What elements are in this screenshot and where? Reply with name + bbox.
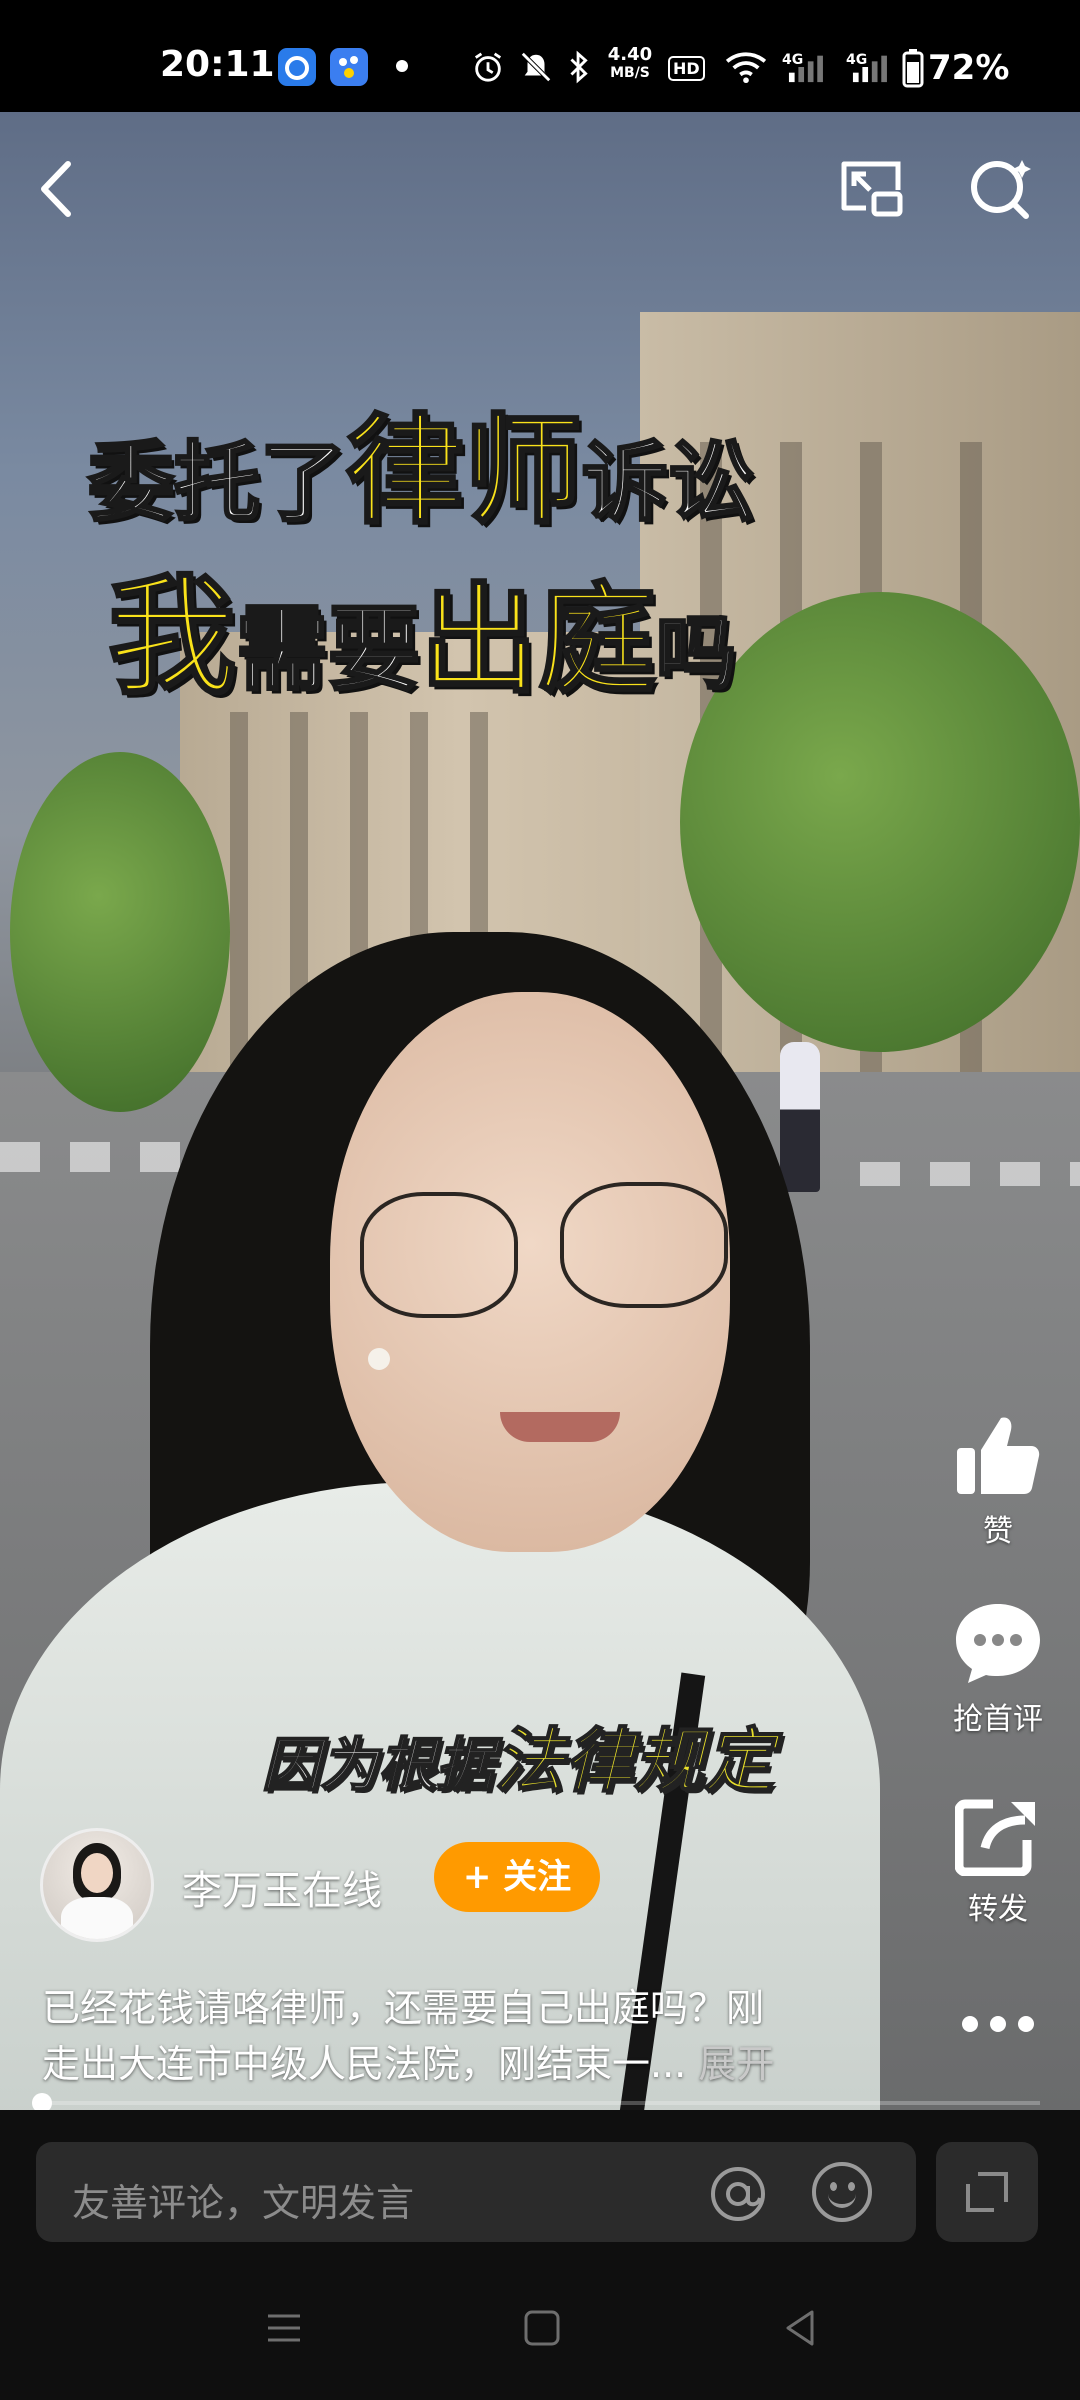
- status-bar: 20:11 4.40 MB/S HD 4G 4G 72%: [0, 0, 1080, 112]
- share-label: 转发: [968, 1892, 1028, 1927]
- dot-icon: [396, 60, 408, 72]
- author-name[interactable]: 李万玉在线: [182, 1858, 382, 1916]
- comment-label: 抢首评: [953, 1702, 1043, 1737]
- search-icon[interactable]: [966, 154, 1036, 224]
- home-nav-icon[interactable]: [522, 2308, 562, 2348]
- subtitle-highlight: 法律规定: [493, 1720, 775, 1802]
- thumbs-up-icon: [957, 1417, 1040, 1494]
- mute-icon: [521, 52, 551, 82]
- battery-icon: [902, 49, 924, 88]
- headline-text: 需要: [235, 596, 422, 703]
- back-icon[interactable]: [34, 158, 82, 220]
- headline-highlight: 我: [106, 563, 237, 712]
- expand-link[interactable]: 展开: [698, 2042, 774, 2086]
- person-mouth: [500, 1412, 620, 1442]
- headline-text: 吗: [655, 607, 738, 700]
- mention-icon[interactable]: [708, 2164, 768, 2224]
- description-line: 走出大连市中级人民法院，刚结束一... 展开: [42, 2036, 862, 2092]
- person-earring: [368, 1348, 390, 1370]
- net-speed: 4.40 MB/S: [607, 44, 653, 82]
- headline-text: 委托了: [87, 433, 348, 533]
- comment-placeholder: 友善评论，文明发言: [72, 2181, 415, 2225]
- tree: [10, 752, 230, 1112]
- back-nav-icon[interactable]: [780, 2308, 820, 2348]
- like-button[interactable]: 赞: [933, 1412, 1063, 1550]
- like-label: 赞: [983, 1514, 1013, 1549]
- battery-percent: 72%: [928, 48, 1010, 88]
- comment-button[interactable]: 抢首评: [933, 1600, 1063, 1738]
- video-player[interactable]: 委托了律师诉讼 我需要出庭吗 因为根据法律规定: [0, 112, 1080, 2110]
- video-headline-line2: 我需要出庭吗: [106, 572, 738, 703]
- crosswalk: [860, 1162, 1080, 1186]
- progress-bar[interactable]: [36, 2101, 1040, 2105]
- status-time: 20:11: [160, 44, 275, 85]
- share-button[interactable]: 转发: [933, 1796, 1063, 1928]
- headline-highlight: 出庭: [419, 571, 658, 709]
- more-options-button[interactable]: [958, 2012, 1038, 2036]
- expand-icon: [966, 2172, 1008, 2212]
- app-icon-1: [278, 48, 316, 86]
- fullscreen-button[interactable]: [936, 2142, 1038, 2242]
- subtitle-text: 因为根据: [261, 1731, 495, 1799]
- comment-icon: [956, 1604, 1040, 1683]
- follow-button[interactable]: + 关注: [434, 1842, 600, 1912]
- app-icon-2: [330, 48, 368, 86]
- signal-icon: [852, 55, 887, 83]
- bluetooth-icon: [570, 50, 588, 84]
- signal-icon: [788, 55, 823, 83]
- tree: [680, 592, 1080, 1052]
- hd-badge: HD: [668, 56, 705, 81]
- menu-nav-icon[interactable]: [264, 2308, 304, 2348]
- share-icon: [954, 1799, 1035, 1877]
- person-glasses: [560, 1182, 728, 1308]
- headline-text: 诉讼: [581, 433, 756, 533]
- more-dots-icon: [962, 2016, 1034, 2032]
- description-line: 已经花钱请咯律师，还需要自己出庭吗？刚: [42, 1986, 765, 2030]
- wifi-icon: [725, 52, 767, 84]
- emoji-icon[interactable]: [812, 2162, 872, 2222]
- video-subtitle: 因为根据法律规定: [261, 1725, 775, 1799]
- headline-highlight: 律师: [344, 402, 583, 540]
- pedestrian: [780, 1042, 820, 1192]
- alarm-icon: [474, 52, 502, 82]
- video-headline-line1: 委托了律师诉讼: [87, 411, 756, 533]
- description-text: 走出大连市中级人民法院，刚结束一...: [42, 2042, 687, 2086]
- video-description[interactable]: 已经花钱请咯律师，还需要自己出庭吗？刚 走出大连市中级人民法院，刚结束一... …: [42, 1980, 862, 2092]
- author-avatar[interactable]: [40, 1828, 154, 1942]
- mini-window-icon[interactable]: [836, 156, 906, 222]
- person-glasses: [360, 1192, 518, 1318]
